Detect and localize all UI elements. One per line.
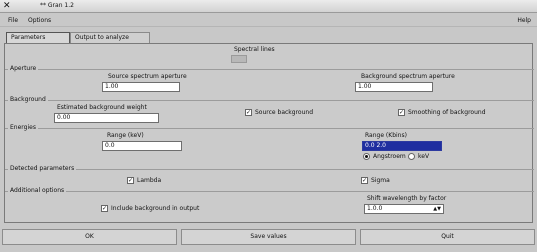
smoothing-checkbox[interactable]: ✓	[398, 109, 405, 116]
title-bar: ✕ ** Gran 1.2	[0, 0, 537, 13]
spectral-lines-field[interactable]	[231, 55, 247, 63]
source-aperture-input[interactable]: 1.00	[102, 82, 180, 92]
spin-arrows-icon: ▲▼	[433, 206, 441, 212]
background-aperture-input[interactable]: 1.00	[355, 82, 433, 92]
menu-options[interactable]: Options	[28, 17, 51, 24]
detected-divider	[5, 169, 534, 170]
include-background-label: Include background in output	[111, 205, 200, 212]
lambda-label: Lambda	[137, 177, 162, 184]
menu-file[interactable]: File	[8, 17, 18, 24]
tab-output[interactable]: Output to analyze	[70, 32, 150, 43]
estimated-weight-label: Estimated background weight	[57, 104, 147, 111]
additional-group-label: Additional options	[8, 187, 67, 194]
include-background-checkbox[interactable]: ✓	[101, 205, 108, 212]
additional-divider	[5, 191, 534, 192]
range-label: Range (keV)	[107, 132, 144, 139]
save-values-button[interactable]: Save values	[181, 229, 356, 245]
range2-input[interactable]: 0.0 2.0	[362, 141, 442, 151]
source-background-checkbox[interactable]: ✓	[245, 109, 252, 116]
angstrom-radio[interactable]	[363, 153, 370, 160]
tab-parameters[interactable]: Parameters	[6, 32, 70, 43]
angstrom-label: Angstroem	[373, 153, 406, 160]
sigma-label: Sigma	[371, 177, 390, 184]
menu-help[interactable]: Help	[517, 17, 531, 24]
footer: OK Save values Quit	[0, 226, 537, 252]
aperture-divider	[5, 69, 534, 70]
close-icon[interactable]: ✕	[3, 1, 11, 12]
background-aperture-label: Background spectrum aperture	[361, 73, 455, 80]
energies-divider	[5, 128, 534, 129]
window-title: ** Gran 1.2	[40, 2, 74, 9]
aperture-group-label: Aperture	[8, 65, 39, 72]
range2-label: Range (Kbins)	[365, 132, 407, 139]
shift-select[interactable]: 1.0.0 ▲▼	[364, 204, 444, 214]
kev-radio[interactable]	[408, 153, 415, 160]
spectral-lines-label: Spectral lines	[234, 46, 275, 53]
source-background-label: Source background	[255, 109, 314, 116]
parameters-panel: Spectral lines Aperture Source spectrum …	[4, 43, 534, 223]
kev-label: keV	[418, 153, 430, 160]
detected-group-label: Detected parameters	[8, 165, 77, 172]
background-group-label: Background	[8, 96, 48, 103]
background-divider	[5, 100, 534, 101]
energies-group-label: Energies	[8, 124, 38, 131]
ok-button[interactable]: OK	[2, 229, 177, 245]
quit-button[interactable]: Quit	[360, 229, 535, 245]
range-input[interactable]: 0.0	[102, 141, 182, 151]
source-aperture-label: Source spectrum aperture	[108, 73, 187, 80]
lambda-checkbox[interactable]: ✓	[127, 177, 134, 184]
menu-bar: File Options Help	[0, 13, 537, 27]
estimated-weight-input[interactable]: 0.00	[54, 113, 159, 123]
sigma-checkbox[interactable]: ✓	[361, 177, 368, 184]
smoothing-label: Smoothing of background	[408, 109, 486, 116]
shift-value: 1.0.0	[367, 205, 383, 212]
shift-label: Shift wavelength by factor	[367, 195, 447, 202]
